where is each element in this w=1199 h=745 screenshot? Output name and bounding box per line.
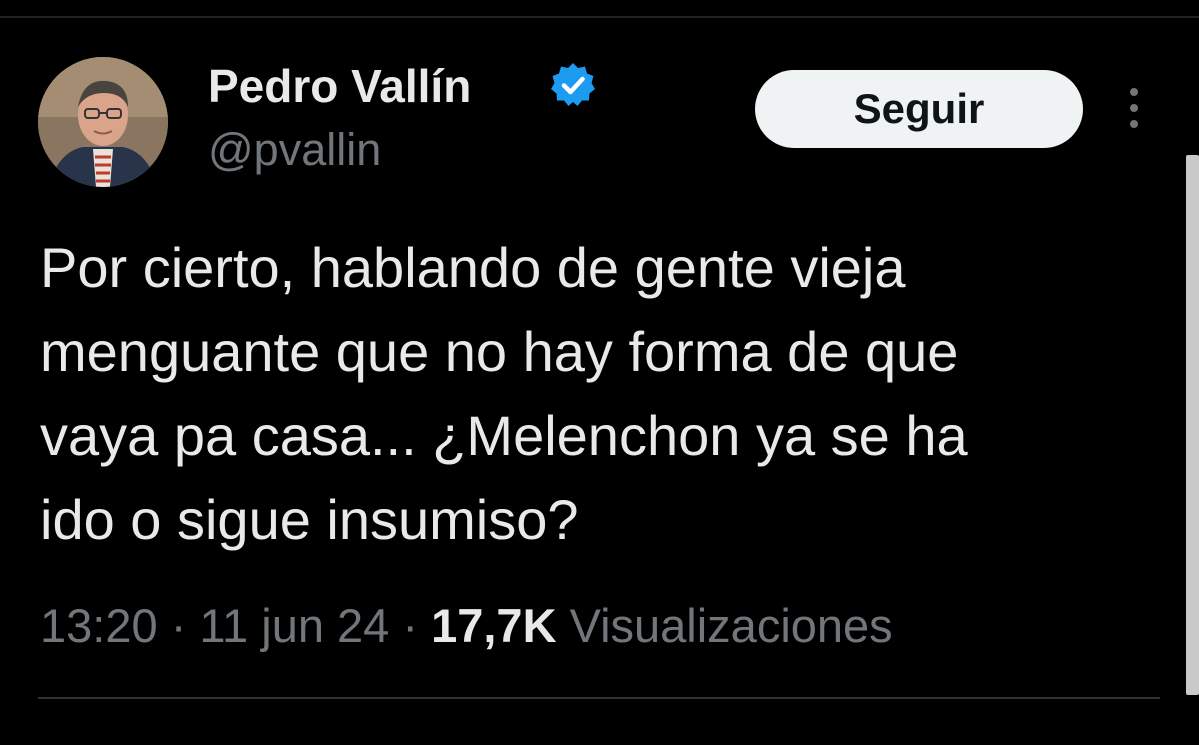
avatar[interactable] <box>38 57 168 187</box>
tweet-text: Por cierto, hablando de gente vieja meng… <box>40 226 1160 562</box>
tweet-time[interactable]: 13:20 <box>40 599 158 652</box>
tweet-text-line: menguante que no hay forma de que <box>40 320 959 383</box>
views-label[interactable]: Visualizaciones <box>570 599 893 652</box>
more-vertical-icon[interactable] <box>1122 88 1146 132</box>
more-dot <box>1130 88 1138 96</box>
user-handle[interactable]: @pvallin <box>208 124 381 176</box>
scrollbar[interactable] <box>1186 155 1199 695</box>
tweet-date[interactable]: 11 jun 24 <box>199 599 389 652</box>
tweet-metadata: 13:20 · 11 jun 24 · 17,7K Visualizacione… <box>40 596 893 656</box>
tweet-text-line: vaya pa casa... ¿Melenchon ya se ha <box>40 404 968 467</box>
top-divider <box>0 16 1199 18</box>
display-name[interactable]: Pedro Vallín <box>208 60 471 112</box>
verified-badge-icon <box>551 63 595 106</box>
avatar-image <box>38 57 168 187</box>
bottom-divider <box>38 697 1160 699</box>
views-count[interactable]: 17,7K <box>431 599 556 652</box>
tweet-text-line: ido o sigue insumiso? <box>40 488 579 551</box>
meta-separator: · <box>402 599 419 652</box>
tweet-text-line: Por cierto, hablando de gente vieja <box>40 236 906 299</box>
follow-button[interactable]: Seguir <box>755 70 1083 148</box>
more-dot <box>1130 104 1138 112</box>
meta-separator: · <box>170 599 187 652</box>
more-dot <box>1130 120 1138 128</box>
